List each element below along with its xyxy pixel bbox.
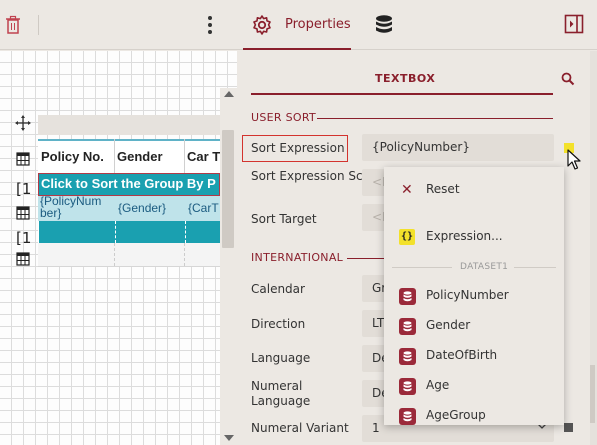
- more-vertical-icon[interactable]: [203, 14, 217, 36]
- dataset-section-header: DATASET1: [460, 262, 509, 272]
- table-header-cell[interactable]: Gender: [114, 143, 184, 171]
- table-icon[interactable]: [16, 252, 30, 266]
- search-icon[interactable]: [561, 72, 575, 86]
- field-icon: [399, 378, 416, 395]
- designer-scrollbar[interactable]: [220, 88, 237, 445]
- language-label: Language: [251, 351, 311, 365]
- table-detail-row[interactable]: {PolicyNum ber} {Gender} {CarT: [38, 195, 220, 221]
- menu-item-field[interactable]: Age: [384, 371, 564, 401]
- menu-item-label: Gender: [426, 318, 471, 332]
- gear-icon: [253, 15, 271, 35]
- menu-item-label: AgeGroup: [426, 408, 486, 422]
- menu-item-label: Expression...: [426, 229, 503, 243]
- top-toolbar: Properties: [0, 0, 597, 50]
- row-group-bracket: [1: [16, 229, 32, 247]
- detail-cell-policy-number[interactable]: {PolicyNum ber}: [40, 195, 114, 220]
- field-icon: [399, 318, 416, 335]
- header-underline: [251, 93, 553, 95]
- menu-item-field[interactable]: DateOfBirth: [384, 341, 564, 371]
- tab-properties-label: Properties: [285, 17, 351, 32]
- mouse-cursor-icon: [567, 149, 581, 170]
- menu-item-label: DateOfBirth: [426, 348, 498, 362]
- table-header-cell[interactable]: Car T: [184, 143, 220, 171]
- scrollbar-thumb[interactable]: [590, 365, 595, 423]
- expression-icon: {}: [399, 229, 415, 245]
- close-icon: ✕: [401, 182, 413, 198]
- selected-item-type: TEXTBOX: [375, 72, 436, 85]
- trash-icon[interactable]: [4, 15, 22, 35]
- group-header-row[interactable]: Click to Sort the Group By P: [38, 173, 220, 196]
- expression-indicator[interactable]: [564, 423, 573, 432]
- field-icon: [399, 408, 416, 425]
- section-title-international: INTERNATIONAL: [251, 251, 344, 264]
- menu-item-field[interactable]: AgeGroup: [384, 401, 564, 425]
- numeral-variant-label: Numeral Variant: [251, 421, 349, 435]
- direction-label: Direction: [251, 317, 306, 331]
- menu-item-label: PolicyNumber: [426, 288, 509, 302]
- scroll-up-icon[interactable]: [224, 91, 234, 97]
- group-header-cell[interactable]: Click to Sort the Group By P: [41, 176, 216, 191]
- numeral-language-label: Numeral Language: [251, 379, 311, 408]
- designer-toolbar: [0, 0, 237, 50]
- section-divider: [514, 267, 556, 268]
- menu-item-label: Reset: [426, 182, 460, 196]
- section-divider: [317, 118, 553, 119]
- table-column-handles[interactable]: [38, 115, 220, 135]
- tab-properties[interactable]: Properties: [243, 0, 351, 50]
- table-icon[interactable]: [16, 206, 30, 220]
- section-divider: [392, 267, 452, 268]
- menu-item-label: Age: [426, 378, 450, 392]
- table-footer-row[interactable]: [38, 243, 220, 267]
- table-header-row[interactable]: Policy No. Gender Car T: [38, 139, 220, 175]
- table-header-cell[interactable]: Policy No.: [38, 143, 114, 171]
- database-icon[interactable]: [374, 14, 394, 36]
- scroll-down-icon[interactable]: [224, 435, 234, 441]
- group-footer-row[interactable]: [38, 221, 220, 243]
- menu-item-reset[interactable]: ✕ Reset: [384, 175, 564, 205]
- menu-item-field[interactable]: Gender: [384, 311, 564, 341]
- toolbar-divider: [38, 15, 39, 35]
- field-icon: [399, 348, 416, 365]
- menu-item-expression[interactable]: {} Expression...: [384, 222, 564, 252]
- detail-cell-gender[interactable]: {Gender}: [118, 201, 180, 215]
- sort-target-label: Sort Target: [251, 212, 317, 226]
- section-title-user-sort: USER SORT: [251, 111, 317, 124]
- detail-cell-car-type[interactable]: {CarT: [188, 201, 220, 215]
- move-icon[interactable]: [14, 114, 32, 132]
- properties-scrollbar[interactable]: [590, 51, 597, 445]
- sort-expression-label: Sort Expression: [242, 135, 348, 162]
- expression-dropdown-menu: ✕ Reset {} Expression... DATASET1 Policy…: [384, 167, 564, 425]
- report-designer-canvas[interactable]: [1 [1 Policy No. Gender Car T Click to S…: [0, 51, 237, 445]
- calendar-label: Calendar: [251, 282, 305, 296]
- field-icon: [399, 288, 416, 305]
- sort-expression-field[interactable]: {PolicyNumber}: [362, 134, 554, 161]
- scrollbar-thumb[interactable]: [222, 130, 234, 248]
- table-icon[interactable]: [16, 152, 30, 166]
- panel-toggle-icon[interactable]: [564, 14, 584, 34]
- menu-item-field[interactable]: PolicyNumber: [384, 281, 564, 311]
- row-group-bracket: [1: [16, 180, 32, 198]
